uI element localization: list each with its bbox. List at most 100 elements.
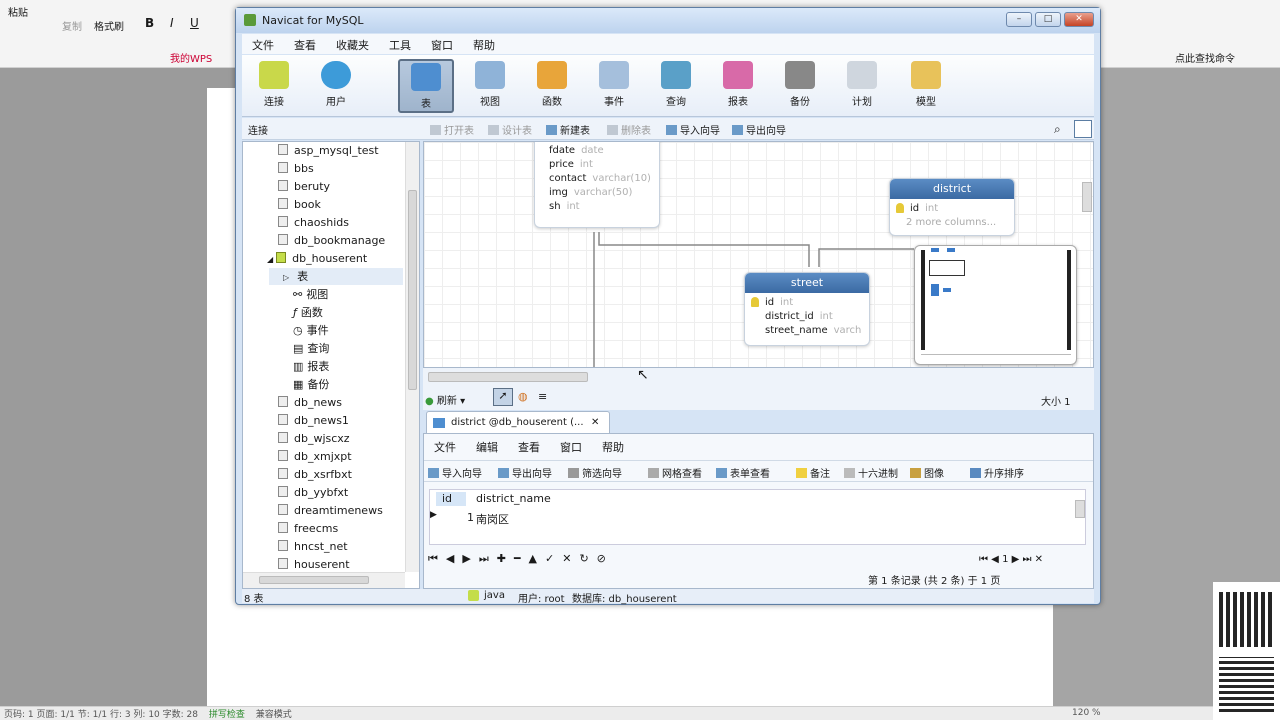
diagram-horizontal-scrollbar[interactable] (428, 372, 588, 382)
tree-db-bookmanage[interactable]: db_bookmanage (278, 232, 385, 249)
underline-button[interactable]: U (190, 16, 199, 30)
data-export-button[interactable]: 导出向导 (498, 465, 552, 480)
data-import-button[interactable]: 导入向导 (428, 465, 482, 480)
refresh-button[interactable]: ● 刷新 ▾ (425, 392, 465, 407)
function-button[interactable]: 函数 (524, 59, 580, 113)
zoom-level[interactable]: 120 % (1072, 708, 1101, 718)
schedule-button[interactable]: 计划 (834, 59, 890, 113)
open-table-button[interactable]: 打开表 (430, 122, 474, 137)
import-wizard-button[interactable]: 导入向导 (666, 122, 720, 137)
design-table-button[interactable]: 设计表 (488, 122, 532, 137)
tree-db-dreamtimenews[interactable]: dreamtimenews (278, 502, 383, 519)
maximize-button[interactable]: □ (1035, 12, 1061, 27)
tree-node-functions[interactable]: ƒ 函数 (293, 304, 323, 321)
table-cell[interactable]: 南岗区 (476, 511, 576, 527)
copy-button[interactable]: 复制 (62, 18, 82, 33)
query-button[interactable]: 查询 (648, 59, 704, 113)
format-painter-button[interactable]: 格式刷 (94, 18, 124, 33)
italic-button[interactable]: I (170, 16, 174, 30)
spell-check[interactable]: 拼写检查 (209, 710, 245, 720)
tree-db-chaoshids[interactable]: chaoshids (278, 214, 349, 231)
menu-favorites[interactable]: 收藏夹 (326, 34, 379, 56)
tree-db-wjscxz[interactable]: db_wjscxz (278, 430, 350, 447)
grid-scrollbar[interactable] (1075, 500, 1085, 518)
menu-view[interactable]: 查看 (284, 34, 326, 56)
sidebar-vertical-scrollbar[interactable] (405, 142, 419, 572)
column-header-district-name[interactable]: district_name (476, 492, 576, 506)
hand-tool-icon[interactable]: ◍ (518, 390, 528, 403)
export-wizard-button[interactable]: 导出向导 (732, 122, 786, 137)
tree-node-views[interactable]: ⚯ 视图 (293, 286, 328, 303)
table-row[interactable]: 1 (460, 511, 474, 524)
tree-db-news[interactable]: db_news (278, 394, 342, 411)
delete-table-button[interactable]: 删除表 (607, 122, 651, 137)
tree-node-events[interactable]: ◷ 事件 (293, 322, 329, 339)
diagram-minimap[interactable] (914, 245, 1077, 365)
tree-db-yybfxt[interactable]: db_yybfxt (278, 484, 348, 501)
tree-db-bbs[interactable]: bbs (278, 160, 314, 177)
tree-node-tables[interactable]: ▷ 表 (269, 268, 403, 285)
command-search[interactable]: 点此查找命令 (1175, 50, 1235, 65)
title-bar[interactable]: Navicat for MySQL – □ ✕ (236, 8, 1100, 33)
field-district-id[interactable]: id int (890, 202, 1014, 216)
diagram-zoom-size[interactable]: 大小 1 (1041, 393, 1071, 408)
field-street-id[interactable]: id int (745, 296, 869, 310)
record-navigator[interactable]: ⏮◀▶⏭✚━▲✓✕↻⊘ (428, 552, 614, 566)
data-menu-edit[interactable]: 编辑 (466, 436, 508, 458)
entity-district[interactable]: district id int 2 more columns... (889, 178, 1015, 236)
tree-node-queries[interactable]: ▤ 查询 (293, 340, 329, 357)
sidebar-horizontal-scrollbar[interactable] (243, 572, 405, 588)
minimize-button[interactable]: – (1006, 12, 1032, 27)
paste-button[interactable]: 粘贴 (8, 4, 28, 19)
backup-button[interactable]: 备份 (772, 59, 828, 113)
er-diagram-canvas[interactable]: fdate date price int contact varchar(10) im… (423, 141, 1094, 368)
er-view-toggle[interactable] (1074, 120, 1092, 138)
form-view-button[interactable]: 表单查看 (716, 465, 770, 480)
field-street-district-id[interactable]: district_id int (745, 310, 869, 324)
bold-button[interactable]: B (145, 16, 154, 30)
wps-online-link[interactable]: 我的WPS (170, 50, 212, 65)
filter-wizard-button[interactable]: 筛选向导 (568, 465, 622, 480)
close-tab-icon[interactable]: ✕ (591, 412, 599, 434)
field-sh[interactable]: sh int (535, 200, 659, 214)
tree-db-news1[interactable]: db_news1 (278, 412, 349, 429)
data-grid[interactable]: id district_name ▶ 1 南岗区 (429, 489, 1086, 545)
minimap-zoom-slider[interactable] (921, 354, 1071, 362)
entity-house[interactable]: fdate date price int contact varchar(10) im… (534, 142, 660, 228)
user-button[interactable]: 用户 (308, 59, 364, 113)
data-menu-window[interactable]: 窗口 (550, 436, 592, 458)
model-button[interactable]: 模型 (898, 59, 954, 113)
tree-node-backups[interactable]: ▦ 备份 (293, 376, 329, 393)
more-columns-label[interactable]: 2 more columns... (890, 216, 1014, 230)
menu-window[interactable]: 窗口 (421, 34, 463, 56)
event-button[interactable]: 事件 (586, 59, 642, 113)
tree-db-hncst-net[interactable]: hncst_net (278, 538, 348, 555)
chevron-right-icon[interactable]: ▷ (283, 273, 289, 282)
data-menu-view[interactable]: 查看 (508, 436, 550, 458)
menu-help[interactable]: 帮助 (463, 34, 505, 56)
tree-db-houserent[interactable]: houserent (278, 556, 350, 573)
grid-view-button[interactable]: 网格查看 (648, 465, 702, 480)
tree-db-xmjxpt[interactable]: db_xmjxpt (278, 448, 352, 465)
layout-tool-icon[interactable]: ≡ (538, 390, 547, 403)
tree-db-houserent[interactable]: ◢ db_houserent (267, 250, 367, 267)
field-price[interactable]: price int (535, 158, 659, 172)
report-button[interactable]: 报表 (710, 59, 766, 113)
view-button[interactable]: 视图 (462, 59, 518, 113)
hex-button[interactable]: 十六进制 (844, 465, 898, 480)
page-navigator[interactable]: ⏮ ◀ 1 ▶ ⏭ ✕ (979, 554, 1043, 565)
pointer-tool-button[interactable]: ➚ (493, 388, 513, 406)
memo-button[interactable]: 备注 (796, 465, 830, 480)
field-fdate[interactable]: fdate date (535, 144, 659, 158)
image-button[interactable]: 图像 (910, 465, 944, 480)
menu-file[interactable]: 文件 (242, 34, 284, 56)
data-menu-help[interactable]: 帮助 (592, 436, 634, 458)
new-table-button[interactable]: 新建表 (546, 122, 590, 137)
tree-db-book[interactable]: book (278, 196, 321, 213)
data-menu-file[interactable]: 文件 (424, 436, 466, 458)
entity-street[interactable]: street id int district_id int street_name v… (744, 272, 870, 346)
tree-db-freecms[interactable]: freecms (278, 520, 338, 537)
tree-db-xsrfbxt[interactable]: db_xsrfbxt (278, 466, 352, 483)
expand-arrow-icon[interactable]: ◢ (267, 255, 273, 264)
diagram-vertical-scrollbar[interactable] (1082, 182, 1092, 212)
